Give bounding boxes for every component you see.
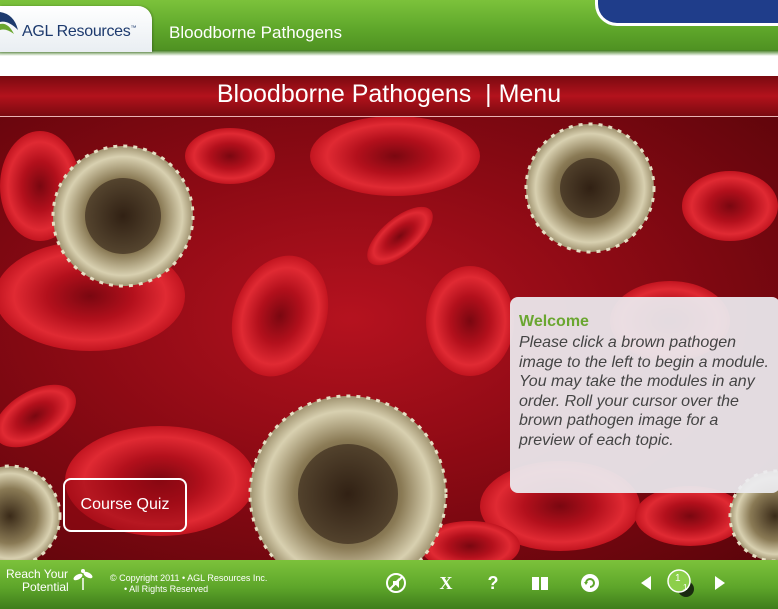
pathogen-module-1-icon[interactable] [51, 144, 195, 288]
replay-icon[interactable] [578, 571, 602, 595]
previous-arrow-icon[interactable] [634, 571, 658, 595]
svg-text:X: X [440, 573, 453, 593]
glossary-icon[interactable] [528, 571, 552, 595]
copyright-line-1: © Copyright 2011 • AGL Resources Inc. [110, 573, 268, 583]
welcome-panel: Welcome Please click a brown pathogen im… [510, 297, 778, 493]
footer-bar: Reach Your Potential © Copyright 2011 • … [0, 560, 778, 609]
page-indicator: 1 1 [664, 567, 694, 597]
menu-stage: Bloodborne Pathogens | Menu Welcome Plea… [0, 75, 778, 561]
sprout-icon [73, 569, 93, 590]
header-blue-tab [595, 0, 778, 26]
welcome-title: Welcome [519, 313, 589, 330]
menu-title: Bloodborne Pathogens | Menu [216, 80, 562, 108]
course-quiz-button[interactable]: Course Quiz [63, 478, 187, 532]
pathogen-module-3-icon[interactable] [248, 394, 448, 561]
page-total: 1 [683, 583, 688, 592]
menu-title-bar: Bloodborne Pathogens | Menu [0, 76, 778, 117]
svg-text:?: ? [488, 573, 499, 593]
copyright-line-2: • All Rights Reserved [124, 584, 209, 594]
copyright: © Copyright 2011 • AGL Resources Inc. • … [110, 573, 267, 595]
page-current: 1 [675, 573, 681, 584]
welcome-body: Please click a brown pathogen image to t… [519, 334, 769, 449]
logo-tab: AGL Resources™ [0, 6, 152, 52]
pathogen-module-2-icon[interactable] [524, 122, 656, 254]
brand-line-1: Reach Your [6, 567, 69, 581]
reach-your-potential-brand: Reach Your Potential [6, 568, 69, 594]
pathogen-module-4-icon[interactable] [0, 464, 62, 561]
course-title: Bloodborne Pathogens [169, 23, 342, 42]
logo-text: AGL Resources™ [22, 23, 137, 40]
no-audio-icon[interactable] [384, 571, 408, 595]
brand-line-2: Potential [22, 580, 69, 594]
next-arrow-icon[interactable] [708, 571, 732, 595]
agl-logo-icon [0, 12, 18, 34]
help-icon[interactable]: ? [481, 571, 505, 595]
exit-icon[interactable]: X [434, 571, 458, 595]
